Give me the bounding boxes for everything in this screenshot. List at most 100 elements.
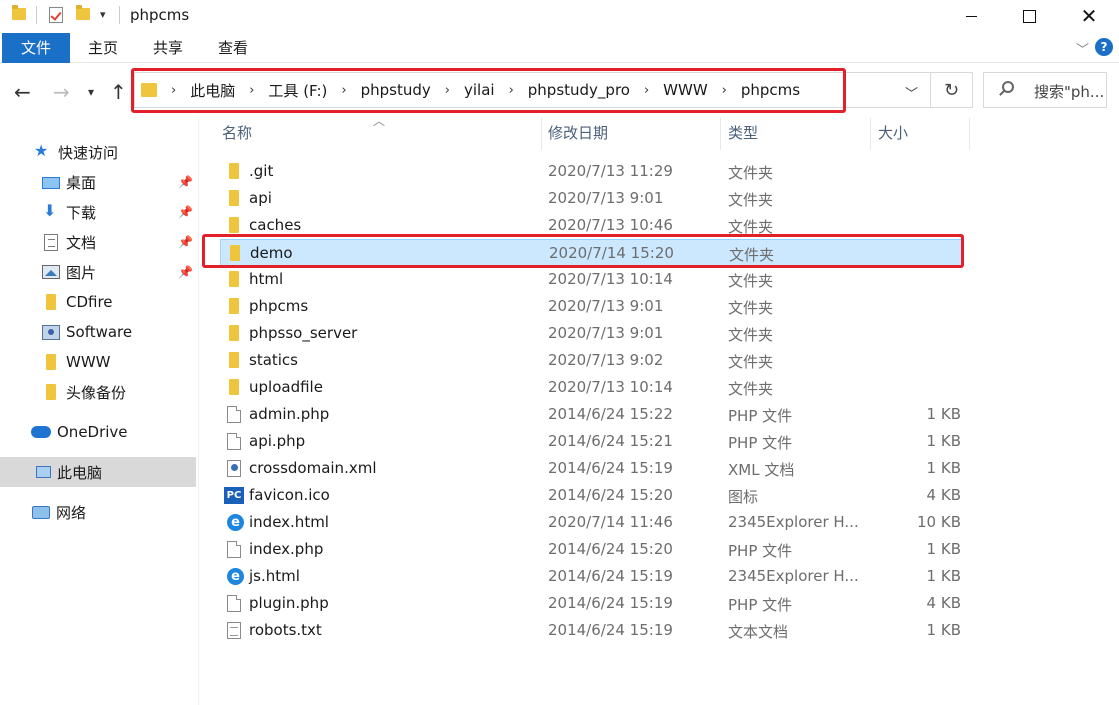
folder-icon[interactable] bbox=[12, 5, 26, 20]
tab-home[interactable]: 主页 bbox=[88, 33, 118, 63]
tab-view[interactable]: 查看 bbox=[218, 33, 248, 63]
file-row[interactable]: uploadfile 2020/7/13 10:14 文件夹 bbox=[220, 374, 964, 401]
nav-label: 图片 bbox=[66, 263, 97, 282]
column-divider[interactable] bbox=[870, 118, 871, 150]
nav-item-downloads[interactable]: 下载 📌 bbox=[0, 197, 196, 227]
pin-icon[interactable]: 📌 bbox=[178, 205, 193, 219]
minimize-button[interactable] bbox=[948, 0, 994, 32]
file-row[interactable]: api 2020/7/13 9:01 文件夹 bbox=[220, 185, 964, 212]
file-name: crossdomain.xml bbox=[249, 459, 377, 477]
file-type: 文件夹 bbox=[728, 326, 774, 344]
file-size: 10 KB bbox=[917, 513, 961, 531]
file-row[interactable]: api.php 2014/6/24 15:21 PHP 文件 1 KB bbox=[220, 428, 964, 455]
folder-icon bbox=[229, 190, 239, 206]
column-header-date[interactable]: 修改日期 bbox=[548, 118, 608, 150]
file-row[interactable]: robots.txt 2014/6/24 15:19 文本文档 1 KB bbox=[220, 617, 964, 644]
text-file-icon bbox=[227, 622, 241, 639]
back-arrow-icon[interactable]: ← bbox=[14, 80, 31, 104]
expand-ribbon-icon[interactable]: ﹀ bbox=[1076, 39, 1089, 58]
close-button[interactable]: ✕ bbox=[1066, 0, 1112, 32]
file-size: 1 KB bbox=[926, 567, 961, 585]
properties-icon[interactable] bbox=[49, 7, 63, 23]
file-row[interactable]: plugin.php 2014/6/24 15:19 PHP 文件 4 KB bbox=[220, 590, 964, 617]
file-modified-date: 2014/6/24 15:22 bbox=[548, 405, 673, 423]
file-name: html bbox=[249, 270, 284, 288]
file-name: .git bbox=[249, 162, 274, 180]
document-icon bbox=[44, 233, 58, 251]
xml-file-icon bbox=[227, 460, 241, 477]
nav-item-desktop[interactable]: 桌面 📌 bbox=[0, 167, 196, 197]
file-name: phpsso_server bbox=[249, 324, 358, 342]
nav-label: 此电脑 bbox=[57, 463, 103, 482]
tab-share[interactable]: 共享 bbox=[153, 33, 183, 63]
nav-item-www[interactable]: WWW bbox=[0, 347, 196, 377]
computer-icon bbox=[36, 466, 51, 478]
pin-icon[interactable]: 📌 bbox=[178, 175, 193, 189]
folder-icon bbox=[229, 325, 239, 341]
file-row[interactable]: statics 2020/7/13 9:02 文件夹 bbox=[220, 347, 964, 374]
nav-label: WWW bbox=[66, 353, 111, 371]
nav-item-pictures[interactable]: 图片 📌 bbox=[0, 257, 196, 287]
refresh-button[interactable]: ↻ bbox=[931, 72, 973, 108]
file-row[interactable]: crossdomain.xml 2014/6/24 15:19 XML 文档 1 KB bbox=[220, 455, 964, 482]
pin-icon[interactable]: 📌 bbox=[178, 265, 193, 279]
selected-row-highlight-box bbox=[202, 234, 964, 268]
file-name: phpcms bbox=[249, 297, 309, 315]
browser-html-icon: e bbox=[227, 514, 244, 531]
new-folder-icon[interactable] bbox=[76, 5, 90, 20]
column-divider[interactable] bbox=[969, 118, 970, 150]
nav-quick-access[interactable]: 快速访问 bbox=[0, 137, 196, 167]
help-icon[interactable]: ? bbox=[1095, 38, 1113, 56]
nav-label: 桌面 bbox=[66, 173, 97, 192]
column-divider[interactable] bbox=[541, 118, 542, 150]
nav-item-avatar-backup[interactable]: 头像备份 bbox=[0, 377, 196, 407]
file-modified-date: 2014/6/24 15:19 bbox=[548, 567, 673, 585]
file-type: 文件夹 bbox=[728, 299, 774, 317]
recent-locations-icon[interactable]: ▾ bbox=[88, 85, 94, 99]
file-modified-date: 2020/7/13 10:14 bbox=[548, 378, 673, 396]
customize-quick-access-icon[interactable]: ▾ bbox=[100, 8, 106, 21]
search-input[interactable]: 搜索"ph... bbox=[983, 72, 1107, 108]
file-size: 4 KB bbox=[926, 594, 961, 612]
address-highlight-box bbox=[131, 68, 846, 113]
file-name: index.html bbox=[249, 513, 329, 531]
file-name: uploadfile bbox=[249, 378, 323, 396]
column-divider[interactable] bbox=[720, 118, 721, 150]
nav-item-documents[interactable]: 文档 📌 bbox=[0, 227, 196, 257]
file-row[interactable]: e index.html 2020/7/14 11:46 2345Explorer H… bbox=[220, 509, 964, 536]
nav-item-cdfire[interactable]: CDfire bbox=[0, 287, 196, 317]
tab-file[interactable]: 文件 bbox=[2, 33, 70, 63]
maximize-button[interactable] bbox=[1006, 0, 1052, 32]
column-header-name[interactable]: 名称 bbox=[222, 118, 252, 150]
file-type: PHP 文件 bbox=[728, 596, 793, 614]
column-header-type[interactable]: 类型 bbox=[728, 118, 758, 150]
file-row[interactable]: e js.html 2014/6/24 15:19 2345Explorer H...… bbox=[220, 563, 964, 590]
file-size: 1 KB bbox=[926, 459, 961, 477]
nav-label: 下载 bbox=[66, 203, 97, 222]
browser-html-icon: e bbox=[227, 568, 244, 585]
cloud-icon bbox=[31, 426, 51, 438]
folder-icon bbox=[46, 384, 56, 400]
column-header-size[interactable]: 大小 bbox=[878, 118, 908, 150]
address-row: ← → ▾ ↑ › 此电脑 › 工具 (F:) › phpstudy › yil… bbox=[0, 63, 1119, 118]
nav-item-software[interactable]: Software bbox=[0, 317, 196, 347]
file-size: 1 KB bbox=[926, 540, 961, 558]
file-row[interactable]: phpcms 2020/7/13 9:01 文件夹 bbox=[220, 293, 964, 320]
file-row[interactable]: admin.php 2014/6/24 15:22 PHP 文件 1 KB bbox=[220, 401, 964, 428]
file-row[interactable]: phpsso_server 2020/7/13 9:01 文件夹 bbox=[220, 320, 964, 347]
nav-label: 快速访问 bbox=[58, 143, 119, 162]
pin-icon[interactable]: 📌 bbox=[178, 235, 193, 249]
forward-arrow-icon[interactable]: → bbox=[53, 80, 70, 104]
nav-network[interactable]: 网络 bbox=[0, 497, 196, 527]
file-name: index.php bbox=[249, 540, 324, 558]
file-row[interactable]: .git 2020/7/13 11:29 文件夹 bbox=[220, 158, 964, 185]
file-name: admin.php bbox=[249, 405, 330, 423]
file-row[interactable]: html 2020/7/13 10:14 文件夹 bbox=[220, 266, 964, 293]
pane-divider[interactable] bbox=[198, 118, 199, 705]
nav-this-pc[interactable]: 此电脑 bbox=[0, 457, 196, 487]
file-row[interactable]: PC favicon.ico 2014/6/24 15:20 图标 4 KB bbox=[220, 482, 964, 509]
up-arrow-icon[interactable]: ↑ bbox=[110, 80, 127, 104]
file-row[interactable]: index.php 2014/6/24 15:20 PHP 文件 1 KB bbox=[220, 536, 964, 563]
chevron-down-icon[interactable]: ﹀ bbox=[905, 83, 918, 102]
nav-onedrive[interactable]: OneDrive bbox=[0, 417, 196, 447]
